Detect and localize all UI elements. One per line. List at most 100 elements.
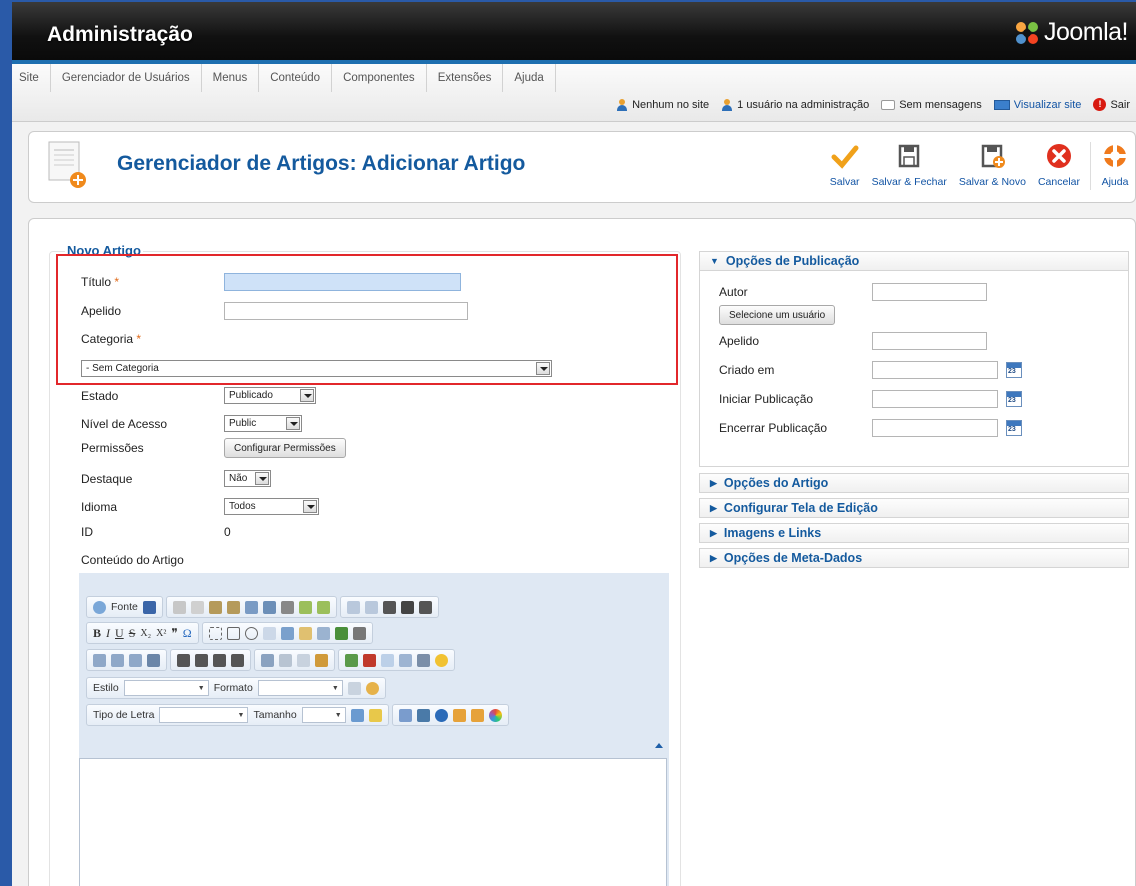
textfield-icon[interactable] bbox=[262, 626, 276, 640]
source-button[interactable]: Fonte bbox=[111, 601, 138, 613]
redo-icon[interactable] bbox=[364, 600, 378, 614]
iframe-icon[interactable] bbox=[452, 708, 466, 722]
copy-icon[interactable] bbox=[190, 600, 204, 614]
collapse-toolbar-icon[interactable] bbox=[655, 743, 663, 748]
strike-button[interactable]: S bbox=[129, 626, 136, 641]
help-button[interactable]: Ajuda bbox=[1095, 136, 1135, 196]
preview-icon[interactable] bbox=[365, 681, 379, 695]
replace-icon[interactable] bbox=[418, 600, 432, 614]
blockquote-button[interactable]: ❞ bbox=[171, 626, 177, 641]
cancel-button[interactable]: Cancelar bbox=[1032, 136, 1086, 196]
smiley-icon[interactable] bbox=[435, 653, 448, 667]
paste-word-icon[interactable] bbox=[244, 600, 258, 614]
align-left-icon[interactable] bbox=[177, 653, 190, 667]
created-input[interactable] bbox=[872, 361, 998, 379]
find-icon[interactable] bbox=[400, 600, 414, 614]
menu-users[interactable]: Gerenciador de Usuários bbox=[51, 64, 202, 92]
subscript-button[interactable]: X₂ bbox=[140, 628, 151, 639]
hidden-field-icon[interactable] bbox=[352, 626, 366, 640]
table-icon[interactable] bbox=[381, 653, 394, 667]
numbered-list-icon[interactable] bbox=[93, 653, 106, 667]
templates-icon[interactable] bbox=[416, 708, 430, 722]
undo-icon[interactable] bbox=[346, 600, 360, 614]
calendar-icon[interactable]: 23 bbox=[1006, 391, 1022, 407]
select-all-icon[interactable] bbox=[262, 600, 276, 614]
view-site-link[interactable]: Visualizar site bbox=[993, 99, 1081, 111]
text-color-icon[interactable] bbox=[350, 708, 364, 722]
indent-icon[interactable] bbox=[147, 653, 160, 667]
menu-content[interactable]: Conteúdo bbox=[259, 64, 333, 92]
bg-color-icon[interactable] bbox=[368, 708, 382, 722]
save-button[interactable]: Salvar bbox=[824, 136, 866, 196]
show-blocks-icon[interactable] bbox=[347, 681, 361, 695]
publish-down-input[interactable] bbox=[872, 419, 998, 437]
state-select[interactable]: Publicado bbox=[224, 387, 316, 404]
radio-icon[interactable] bbox=[244, 626, 258, 640]
language-select[interactable]: Todos bbox=[224, 498, 319, 515]
paste-icon[interactable] bbox=[208, 600, 222, 614]
select-field-icon[interactable] bbox=[298, 626, 312, 640]
underline-button[interactable]: U bbox=[115, 626, 124, 641]
author-input[interactable] bbox=[872, 283, 987, 301]
outdent-icon[interactable] bbox=[129, 653, 142, 667]
pub-alias-input[interactable] bbox=[872, 332, 987, 350]
special-char-button[interactable]: Ω bbox=[183, 626, 192, 641]
menu-help[interactable]: Ajuda bbox=[503, 64, 556, 92]
image-icon[interactable] bbox=[345, 653, 358, 667]
checkbox-icon[interactable] bbox=[226, 626, 240, 640]
image-button-icon[interactable] bbox=[334, 626, 348, 640]
save-icon[interactable] bbox=[142, 600, 156, 614]
publish-up-input[interactable] bbox=[872, 390, 998, 408]
metadata-options-header[interactable]: ▶ Opções de Meta-Dados bbox=[699, 548, 1129, 568]
bold-button[interactable]: B bbox=[93, 626, 101, 641]
about-icon[interactable] bbox=[434, 708, 448, 722]
style-combo[interactable]: ▼ bbox=[123, 680, 209, 696]
menu-site[interactable]: Site bbox=[12, 64, 51, 92]
spellcheck-menu-icon[interactable] bbox=[316, 600, 330, 614]
font-family-combo[interactable]: ▼ bbox=[159, 707, 249, 723]
horizontal-rule-icon[interactable] bbox=[399, 653, 412, 667]
form-icon[interactable] bbox=[208, 626, 222, 640]
menu-extensions[interactable]: Extensões bbox=[427, 64, 504, 92]
maximize-icon[interactable] bbox=[398, 708, 412, 722]
images-links-header[interactable]: ▶ Imagens e Links bbox=[699, 523, 1129, 543]
article-options-header[interactable]: ▶ Opções do Artigo bbox=[699, 473, 1129, 493]
justify-icon[interactable] bbox=[231, 653, 244, 667]
calendar-icon[interactable]: 23 bbox=[1006, 420, 1022, 436]
save-new-button[interactable]: Salvar & Novo bbox=[953, 136, 1032, 196]
superscript-button[interactable]: X² bbox=[156, 628, 166, 639]
align-center-icon[interactable] bbox=[195, 653, 208, 667]
div-container-icon[interactable] bbox=[470, 708, 484, 722]
print-icon[interactable] bbox=[280, 600, 294, 614]
menu-menus[interactable]: Menus bbox=[202, 64, 260, 92]
anchor-icon[interactable] bbox=[315, 653, 328, 667]
color-wheel-icon[interactable] bbox=[488, 708, 502, 722]
button-field-icon[interactable] bbox=[316, 626, 330, 640]
edit-screen-options-header[interactable]: ▶ Configurar Tela de Edição bbox=[699, 498, 1129, 518]
cut-icon[interactable] bbox=[172, 600, 186, 614]
align-right-icon[interactable] bbox=[213, 653, 226, 667]
textarea-icon[interactable] bbox=[280, 626, 294, 640]
page-break-icon[interactable] bbox=[417, 653, 430, 667]
anchor-link-icon[interactable] bbox=[297, 653, 310, 667]
configure-permissions-button[interactable]: Configurar Permissões bbox=[224, 438, 346, 458]
font-size-combo[interactable]: ▼ bbox=[301, 707, 346, 723]
featured-select[interactable]: Não bbox=[224, 470, 271, 487]
paste-text-icon[interactable] bbox=[226, 600, 240, 614]
link-icon[interactable] bbox=[261, 653, 274, 667]
italic-button[interactable]: I bbox=[106, 626, 110, 641]
messages-status[interactable]: Sem mensagens bbox=[881, 99, 982, 111]
access-select[interactable]: Public bbox=[224, 415, 302, 432]
bullet-list-icon[interactable] bbox=[111, 653, 124, 667]
publishing-options-header[interactable]: ▼ Opções de Publicação bbox=[699, 251, 1129, 271]
save-close-button[interactable]: Salvar & Fechar bbox=[866, 136, 953, 196]
format-combo[interactable]: ▼ bbox=[257, 680, 343, 696]
logout-link[interactable]: ! Sair bbox=[1093, 98, 1130, 111]
select-user-button[interactable]: Selecione um usuário bbox=[719, 305, 836, 325]
menu-components[interactable]: Componentes bbox=[332, 64, 427, 92]
eraser-icon[interactable] bbox=[382, 600, 396, 614]
unlink-icon[interactable] bbox=[279, 653, 292, 667]
editor-content-area[interactable] bbox=[79, 758, 667, 886]
flash-icon[interactable] bbox=[363, 653, 376, 667]
spellcheck-icon[interactable] bbox=[298, 600, 312, 614]
